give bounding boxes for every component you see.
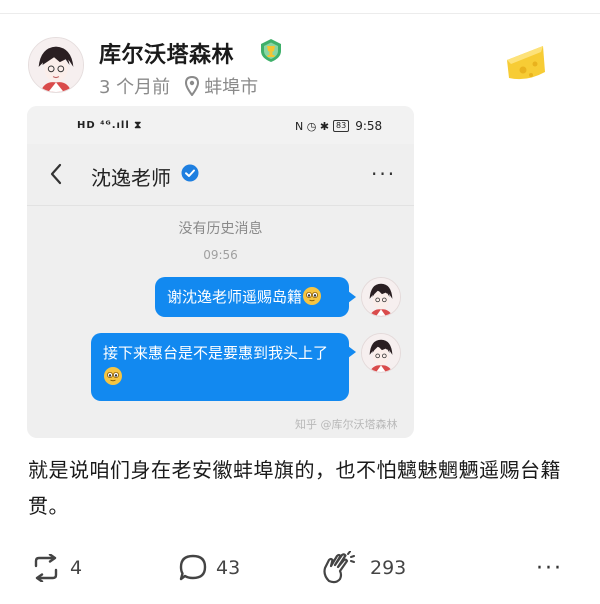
- post-meta: 3 个月前 蚌埠市: [99, 73, 258, 99]
- no-history-notice: 没有历史消息: [178, 221, 263, 237]
- battery: 83: [333, 120, 350, 132]
- comment-count: 43: [216, 557, 241, 579]
- back-arrow-icon: [50, 163, 62, 185]
- emoji-icon: [104, 367, 122, 385]
- status-icons: N ◷ ✱: [295, 119, 330, 133]
- message-time: 09:56: [203, 248, 238, 262]
- comment-icon: [179, 554, 207, 581]
- status-right: N ◷ ✱ 83 9:58: [295, 119, 382, 133]
- post-content: 就是说咱们身在老安徽蚌埠旗的，也不怕魑魅魍魉遥赐台籍贯。: [28, 458, 561, 518]
- like-count: 293: [370, 557, 407, 579]
- post-time: 3 个月前: [99, 77, 171, 98]
- top-divider: [0, 0, 600, 14]
- chat-bubble-text: 谢沈逸老师遥赐岛籍: [167, 288, 303, 306]
- repost-button[interactable]: 4: [30, 548, 82, 588]
- status-left: HD ⁴ᴳ.ıll ⧗: [77, 120, 143, 131]
- bubble-tail: [348, 291, 356, 303]
- emoji-icon: [303, 287, 322, 305]
- repost-count: 4: [70, 557, 83, 579]
- phone-status-bar: HD ⁴ᴳ.ıll ⧗ N ◷ ✱ 83 9:58: [27, 106, 414, 144]
- bubble-tail: [348, 346, 356, 358]
- author-name[interactable]: 库尔沃塔森林: [99, 37, 234, 69]
- comment-button[interactable]: 43: [178, 548, 240, 588]
- watermark: 知乎 @库尔沃塔森林: [295, 418, 398, 431]
- action-bar: 4 43 293 ···: [0, 548, 600, 588]
- chat-bubble: 接下来惠台是不是要惠到我头上了: [91, 333, 349, 401]
- chat-avatar: [361, 277, 401, 317]
- embedded-screenshot: HD ⁴ᴳ.ıll ⧗ N ◷ ✱ 83 9:58 沈逸老师 ··· 没有历史消…: [27, 106, 414, 438]
- verified-icon: [181, 164, 199, 182]
- badge-icon[interactable]: [258, 37, 284, 63]
- repost-icon: [34, 554, 58, 582]
- chat-bubble: 谢沈逸老师遥赐岛籍: [155, 277, 349, 317]
- clap-button[interactable]: 293: [320, 548, 406, 588]
- status-time: 9:58: [355, 119, 383, 133]
- clap-icon: [323, 551, 355, 584]
- more-icon[interactable]: ···: [536, 548, 563, 588]
- chat-avatar: [361, 333, 401, 373]
- chat-header: 沈逸老师 ···: [27, 144, 414, 206]
- post-location: 蚌埠市: [204, 77, 259, 98]
- location-pin-icon: [185, 76, 200, 96]
- chat-more-icon: ···: [371, 162, 397, 186]
- cheese-sticker-icon[interactable]: [503, 42, 549, 84]
- chat-bubble-text: 接下来惠台是不是要惠到我头上了: [103, 344, 329, 362]
- chat-name: 沈逸老师: [91, 166, 171, 190]
- avatar[interactable]: [28, 37, 84, 93]
